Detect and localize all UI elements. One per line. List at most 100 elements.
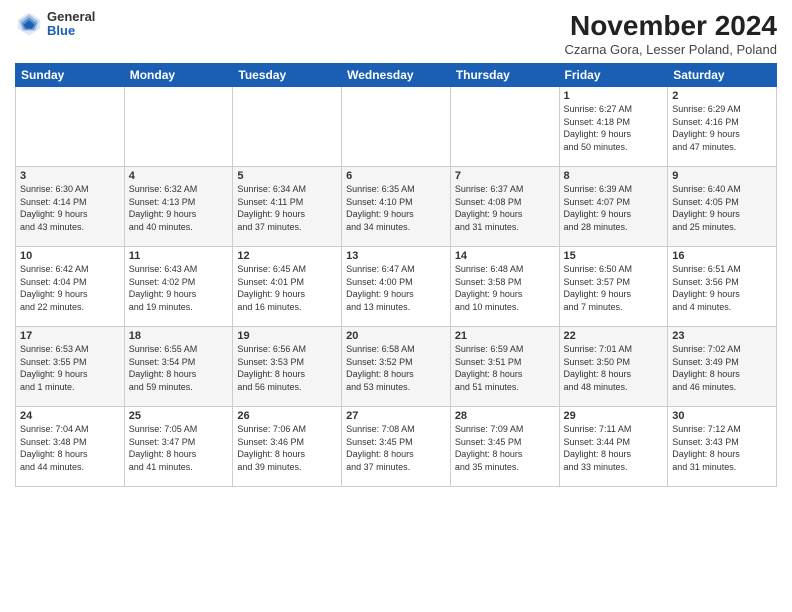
day-number: 3 (20, 170, 120, 182)
calendar-cell: 18Sunrise: 6:55 AM Sunset: 3:54 PM Dayli… (124, 327, 233, 407)
calendar-cell: 7Sunrise: 6:37 AM Sunset: 4:08 PM Daylig… (450, 167, 559, 247)
calendar-cell (450, 87, 559, 167)
day-info: Sunrise: 6:37 AM Sunset: 4:08 PM Dayligh… (455, 183, 555, 233)
calendar-cell: 14Sunrise: 6:48 AM Sunset: 3:58 PM Dayli… (450, 247, 559, 327)
calendar-cell: 3Sunrise: 6:30 AM Sunset: 4:14 PM Daylig… (16, 167, 125, 247)
day-info: Sunrise: 6:32 AM Sunset: 4:13 PM Dayligh… (129, 183, 229, 233)
logo-general: General (47, 10, 95, 24)
calendar-cell (342, 87, 451, 167)
day-info: Sunrise: 6:47 AM Sunset: 4:00 PM Dayligh… (346, 263, 446, 313)
calendar-week-row: 1Sunrise: 6:27 AM Sunset: 4:18 PM Daylig… (16, 87, 777, 167)
calendar-cell: 23Sunrise: 7:02 AM Sunset: 3:49 PM Dayli… (668, 327, 777, 407)
calendar-cell: 17Sunrise: 6:53 AM Sunset: 3:55 PM Dayli… (16, 327, 125, 407)
calendar-cell: 2Sunrise: 6:29 AM Sunset: 4:16 PM Daylig… (668, 87, 777, 167)
calendar-day-header: Thursday (450, 64, 559, 87)
calendar-day-header: Saturday (668, 64, 777, 87)
day-number: 23 (672, 330, 772, 342)
day-number: 13 (346, 250, 446, 262)
day-number: 21 (455, 330, 555, 342)
calendar-cell: 6Sunrise: 6:35 AM Sunset: 4:10 PM Daylig… (342, 167, 451, 247)
page: General Blue November 2024 Czarna Gora, … (0, 0, 792, 612)
calendar-cell: 21Sunrise: 6:59 AM Sunset: 3:51 PM Dayli… (450, 327, 559, 407)
calendar-cell: 27Sunrise: 7:08 AM Sunset: 3:45 PM Dayli… (342, 407, 451, 487)
calendar-cell: 16Sunrise: 6:51 AM Sunset: 3:56 PM Dayli… (668, 247, 777, 327)
day-number: 1 (564, 90, 664, 102)
calendar-day-header: Wednesday (342, 64, 451, 87)
day-number: 12 (237, 250, 337, 262)
day-number: 30 (672, 410, 772, 422)
logo: General Blue (15, 10, 95, 39)
calendar-cell: 12Sunrise: 6:45 AM Sunset: 4:01 PM Dayli… (233, 247, 342, 327)
day-number: 26 (237, 410, 337, 422)
title-block: November 2024 Czarna Gora, Lesser Poland… (565, 10, 777, 57)
calendar-day-header: Tuesday (233, 64, 342, 87)
day-number: 7 (455, 170, 555, 182)
day-number: 17 (20, 330, 120, 342)
calendar-week-row: 17Sunrise: 6:53 AM Sunset: 3:55 PM Dayli… (16, 327, 777, 407)
day-number: 4 (129, 170, 229, 182)
day-number: 20 (346, 330, 446, 342)
day-number: 24 (20, 410, 120, 422)
calendar-week-row: 10Sunrise: 6:42 AM Sunset: 4:04 PM Dayli… (16, 247, 777, 327)
day-number: 16 (672, 250, 772, 262)
day-info: Sunrise: 6:58 AM Sunset: 3:52 PM Dayligh… (346, 343, 446, 393)
calendar-cell: 19Sunrise: 6:56 AM Sunset: 3:53 PM Dayli… (233, 327, 342, 407)
calendar-cell: 28Sunrise: 7:09 AM Sunset: 3:45 PM Dayli… (450, 407, 559, 487)
day-info: Sunrise: 6:53 AM Sunset: 3:55 PM Dayligh… (20, 343, 120, 393)
calendar-cell: 1Sunrise: 6:27 AM Sunset: 4:18 PM Daylig… (559, 87, 668, 167)
day-info: Sunrise: 6:42 AM Sunset: 4:04 PM Dayligh… (20, 263, 120, 313)
day-info: Sunrise: 6:55 AM Sunset: 3:54 PM Dayligh… (129, 343, 229, 393)
day-info: Sunrise: 7:01 AM Sunset: 3:50 PM Dayligh… (564, 343, 664, 393)
calendar-cell: 11Sunrise: 6:43 AM Sunset: 4:02 PM Dayli… (124, 247, 233, 327)
calendar-cell: 10Sunrise: 6:42 AM Sunset: 4:04 PM Dayli… (16, 247, 125, 327)
calendar-cell: 26Sunrise: 7:06 AM Sunset: 3:46 PM Dayli… (233, 407, 342, 487)
day-number: 9 (672, 170, 772, 182)
day-number: 14 (455, 250, 555, 262)
calendar-cell: 15Sunrise: 6:50 AM Sunset: 3:57 PM Dayli… (559, 247, 668, 327)
logo-text: General Blue (47, 10, 95, 39)
day-info: Sunrise: 6:34 AM Sunset: 4:11 PM Dayligh… (237, 183, 337, 233)
calendar-cell: 9Sunrise: 6:40 AM Sunset: 4:05 PM Daylig… (668, 167, 777, 247)
day-number: 28 (455, 410, 555, 422)
calendar-cell: 22Sunrise: 7:01 AM Sunset: 3:50 PM Dayli… (559, 327, 668, 407)
day-info: Sunrise: 7:09 AM Sunset: 3:45 PM Dayligh… (455, 423, 555, 473)
day-number: 22 (564, 330, 664, 342)
day-info: Sunrise: 6:45 AM Sunset: 4:01 PM Dayligh… (237, 263, 337, 313)
day-info: Sunrise: 7:05 AM Sunset: 3:47 PM Dayligh… (129, 423, 229, 473)
day-number: 18 (129, 330, 229, 342)
calendar-cell: 25Sunrise: 7:05 AM Sunset: 3:47 PM Dayli… (124, 407, 233, 487)
calendar-day-header: Monday (124, 64, 233, 87)
day-info: Sunrise: 7:12 AM Sunset: 3:43 PM Dayligh… (672, 423, 772, 473)
day-number: 29 (564, 410, 664, 422)
calendar-cell: 20Sunrise: 6:58 AM Sunset: 3:52 PM Dayli… (342, 327, 451, 407)
calendar-header-row: SundayMondayTuesdayWednesdayThursdayFrid… (16, 64, 777, 87)
day-info: Sunrise: 6:35 AM Sunset: 4:10 PM Dayligh… (346, 183, 446, 233)
calendar-day-header: Sunday (16, 64, 125, 87)
calendar-cell: 24Sunrise: 7:04 AM Sunset: 3:48 PM Dayli… (16, 407, 125, 487)
day-number: 11 (129, 250, 229, 262)
calendar-cell: 29Sunrise: 7:11 AM Sunset: 3:44 PM Dayli… (559, 407, 668, 487)
day-number: 27 (346, 410, 446, 422)
day-info: Sunrise: 6:50 AM Sunset: 3:57 PM Dayligh… (564, 263, 664, 313)
day-info: Sunrise: 7:08 AM Sunset: 3:45 PM Dayligh… (346, 423, 446, 473)
day-number: 19 (237, 330, 337, 342)
calendar-cell (124, 87, 233, 167)
sub-title: Czarna Gora, Lesser Poland, Poland (565, 42, 777, 57)
header: General Blue November 2024 Czarna Gora, … (15, 10, 777, 57)
day-number: 2 (672, 90, 772, 102)
calendar-cell: 5Sunrise: 6:34 AM Sunset: 4:11 PM Daylig… (233, 167, 342, 247)
day-info: Sunrise: 6:56 AM Sunset: 3:53 PM Dayligh… (237, 343, 337, 393)
calendar-cell (233, 87, 342, 167)
day-info: Sunrise: 6:29 AM Sunset: 4:16 PM Dayligh… (672, 103, 772, 153)
calendar-table: SundayMondayTuesdayWednesdayThursdayFrid… (15, 63, 777, 487)
day-number: 5 (237, 170, 337, 182)
calendar-week-row: 3Sunrise: 6:30 AM Sunset: 4:14 PM Daylig… (16, 167, 777, 247)
calendar-day-header: Friday (559, 64, 668, 87)
day-info: Sunrise: 6:39 AM Sunset: 4:07 PM Dayligh… (564, 183, 664, 233)
logo-blue: Blue (47, 24, 95, 38)
day-info: Sunrise: 7:11 AM Sunset: 3:44 PM Dayligh… (564, 423, 664, 473)
calendar-week-row: 24Sunrise: 7:04 AM Sunset: 3:48 PM Dayli… (16, 407, 777, 487)
day-info: Sunrise: 6:27 AM Sunset: 4:18 PM Dayligh… (564, 103, 664, 153)
day-info: Sunrise: 6:40 AM Sunset: 4:05 PM Dayligh… (672, 183, 772, 233)
day-info: Sunrise: 6:43 AM Sunset: 4:02 PM Dayligh… (129, 263, 229, 313)
